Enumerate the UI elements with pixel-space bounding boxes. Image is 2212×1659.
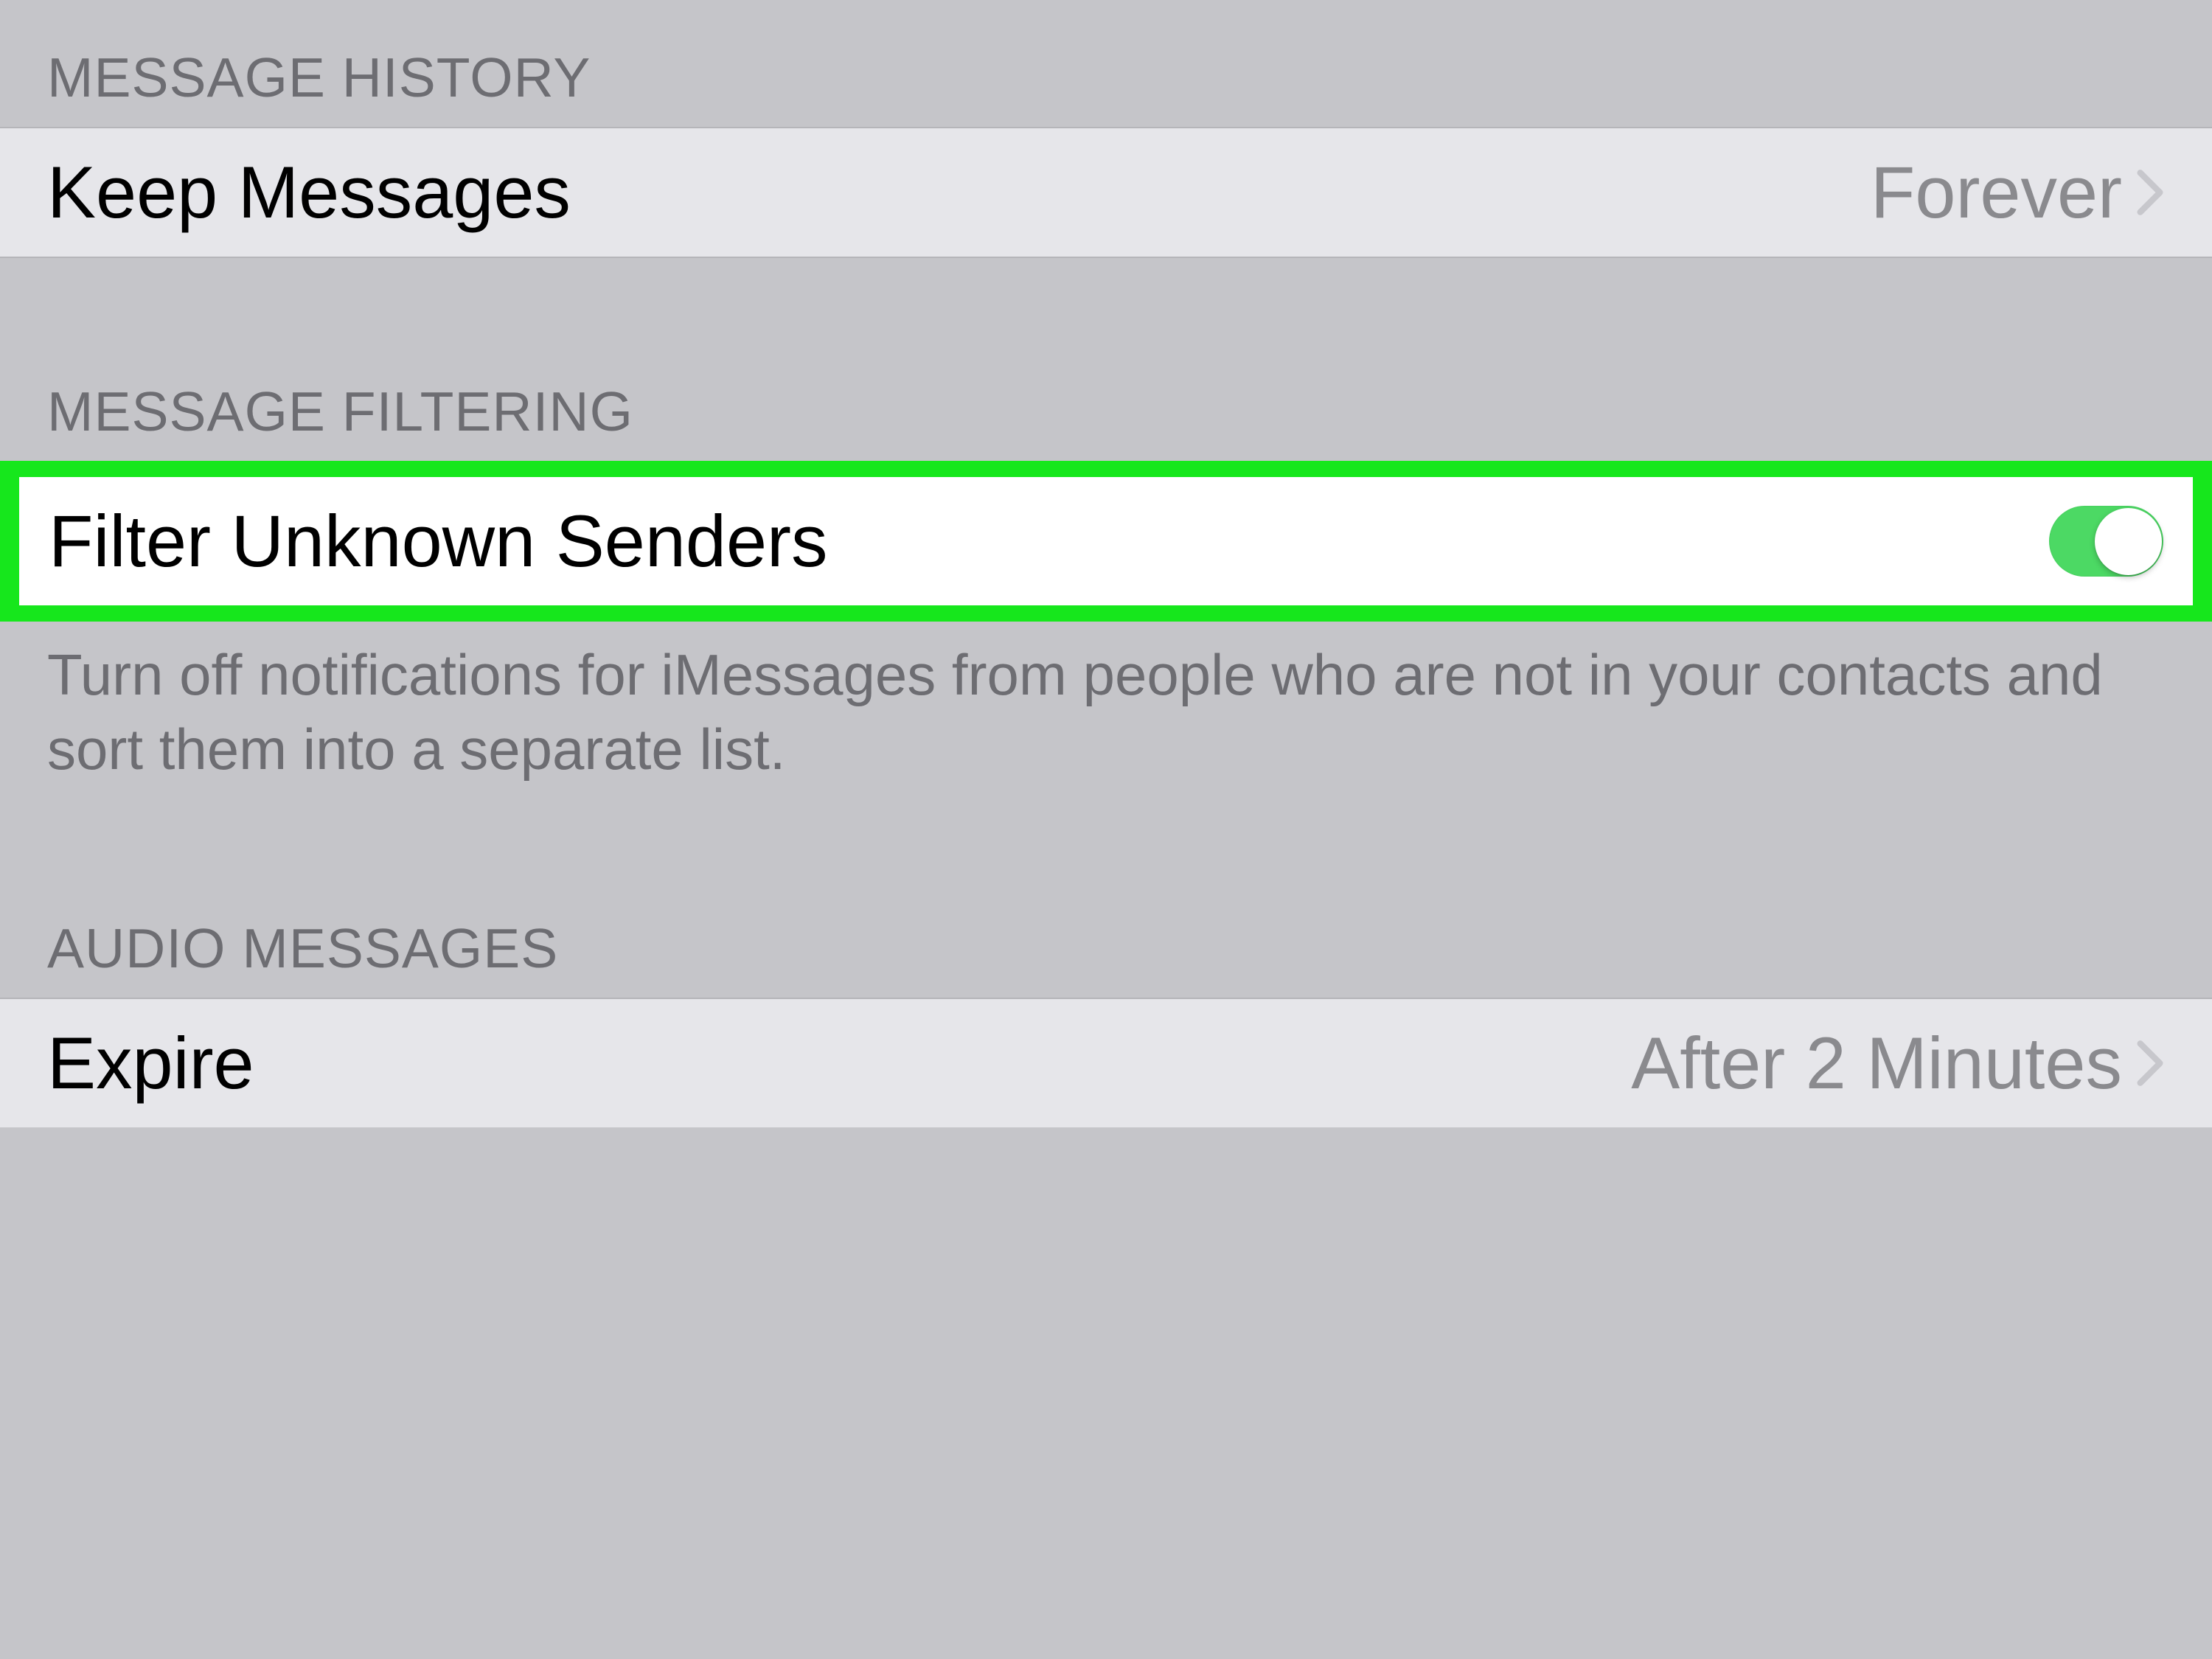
toggle-knob xyxy=(2095,508,2162,575)
filter-unknown-senders-toggle[interactable] xyxy=(2049,506,2163,577)
keep-messages-row[interactable]: Keep Messages Forever xyxy=(0,127,2212,258)
section-header-message-history: MESSAGE HISTORY xyxy=(0,0,2212,127)
expire-label: Expire xyxy=(47,1021,254,1105)
filter-unknown-senders-label: Filter Unknown Senders xyxy=(49,499,827,583)
filter-unknown-highlight: Filter Unknown Senders xyxy=(0,461,2212,622)
expire-row[interactable]: Expire After 2 Minutes xyxy=(0,998,2212,1127)
expire-value-wrap: After 2 Minutes xyxy=(1631,1021,2165,1105)
filter-unknown-senders-footer: Turn off notifications for iMessages fro… xyxy=(0,622,2212,787)
section-header-audio-messages: AUDIO MESSAGES xyxy=(0,787,2212,998)
chevron-right-icon xyxy=(2135,167,2165,218)
expire-value: After 2 Minutes xyxy=(1631,1021,2122,1105)
chevron-right-icon xyxy=(2135,1038,2165,1088)
filter-unknown-senders-row[interactable]: Filter Unknown Senders xyxy=(19,477,2193,605)
keep-messages-value: Forever xyxy=(1871,150,2122,234)
keep-messages-label: Keep Messages xyxy=(47,150,571,234)
section-header-message-filtering: MESSAGE FILTERING xyxy=(0,258,2212,461)
keep-messages-value-wrap: Forever xyxy=(1871,150,2165,234)
